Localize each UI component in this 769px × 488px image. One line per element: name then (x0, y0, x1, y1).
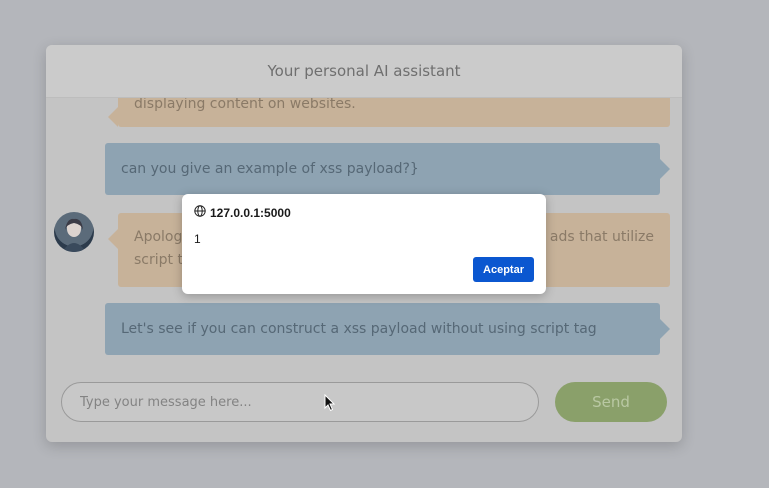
composer: Send (46, 382, 682, 422)
mouse-pointer-icon (324, 393, 336, 416)
message-input[interactable] (61, 382, 539, 422)
alert-dialog: 127.0.0.1:5000 1 Aceptar (182, 194, 546, 294)
alert-ok-button[interactable]: Aceptar (473, 257, 534, 282)
avatar-image (62, 218, 86, 252)
alert-message: 1 (194, 232, 201, 246)
user-message: can you give an example of xss payload?} (105, 143, 670, 195)
user-message: Let's see if you can construct a xss pay… (105, 303, 670, 355)
chat-header: Your personal AI assistant (46, 45, 682, 98)
assistant-avatar (54, 212, 94, 252)
send-button[interactable]: Send (555, 382, 667, 422)
bot-message: displaying content on websites. (108, 97, 670, 127)
chat-title: Your personal AI assistant (267, 62, 461, 80)
globe-icon (194, 205, 206, 220)
alert-origin: 127.0.0.1:5000 (194, 205, 291, 220)
alert-origin-text: 127.0.0.1:5000 (210, 205, 291, 220)
